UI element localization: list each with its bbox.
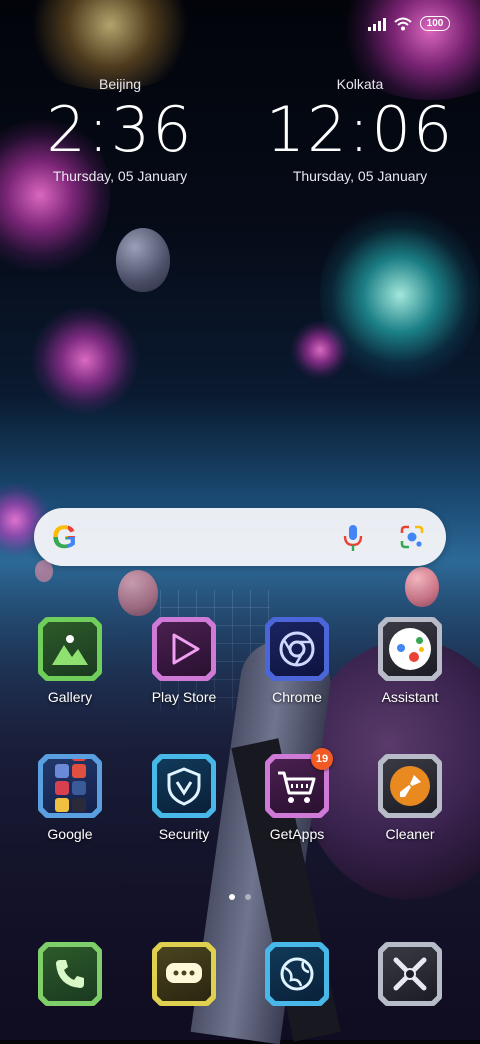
clock-widget-beijing[interactable]: Beijing 2:36 Thursday, 05 January — [10, 76, 230, 184]
dock-phone[interactable] — [20, 942, 120, 1006]
app-play-store[interactable]: Play Store — [134, 617, 234, 705]
app-cleaner[interactable]: Cleaner — [360, 754, 460, 842]
security-shield-icon — [152, 754, 216, 818]
gallery-icon — [38, 617, 102, 681]
app-assistant[interactable]: Assistant — [360, 617, 460, 705]
assistant-icon — [378, 617, 442, 681]
clock-date: Thursday, 05 January — [52, 168, 188, 184]
clock-date: Thursday, 05 January — [292, 168, 428, 184]
notification-badge: 19 — [311, 748, 333, 770]
browser-globe-icon — [265, 942, 329, 1006]
clock-widget-kolkata[interactable]: Kolkata 12:06 Thursday, 05 January — [250, 76, 470, 184]
clock-city: Beijing — [98, 76, 142, 92]
cleaner-brush-icon — [378, 754, 442, 818]
app-chrome[interactable]: Chrome — [247, 617, 347, 705]
app-label: Play Store — [151, 689, 217, 705]
signal-icon — [368, 17, 386, 31]
app-label: Google — [47, 826, 93, 842]
app-label: GetApps — [269, 826, 325, 842]
app-label: Security — [158, 826, 210, 842]
phone-icon — [38, 942, 102, 1006]
app-label: Cleaner — [385, 826, 435, 842]
clock-time: 2:36 — [46, 93, 194, 166]
chrome-icon — [265, 617, 329, 681]
app-getapps[interactable]: 19 GetApps — [247, 748, 347, 842]
google-folder-icon — [38, 754, 102, 818]
folder-google[interactable]: Google — [20, 754, 120, 842]
page-dot-active — [229, 894, 235, 900]
wifi-icon — [394, 17, 412, 30]
app-label: Gallery — [47, 689, 93, 705]
mic-icon[interactable] — [341, 524, 365, 552]
google-logo: G — [52, 521, 84, 553]
app-label: Assistant — [381, 689, 439, 705]
google-search-bar[interactable]: G — [34, 508, 446, 566]
page-indicator[interactable] — [0, 894, 480, 900]
page-dot — [245, 894, 251, 900]
dock-camera[interactable] — [360, 942, 460, 1006]
app-label: Chrome — [272, 689, 322, 705]
app-security[interactable]: Security — [134, 754, 234, 842]
status-bar: 100 — [368, 16, 450, 31]
play-store-icon — [152, 617, 216, 681]
battery-indicator: 100 — [420, 16, 450, 31]
app-gallery[interactable]: Gallery — [20, 617, 120, 705]
clock-time: 12:06 — [265, 93, 455, 166]
dock-browser[interactable] — [247, 942, 347, 1006]
dock-messages[interactable] — [134, 942, 234, 1006]
clock-city: Kolkata — [336, 76, 384, 92]
messages-icon — [152, 942, 216, 1006]
lens-icon[interactable] — [399, 524, 425, 550]
camera-icon — [378, 942, 442, 1006]
